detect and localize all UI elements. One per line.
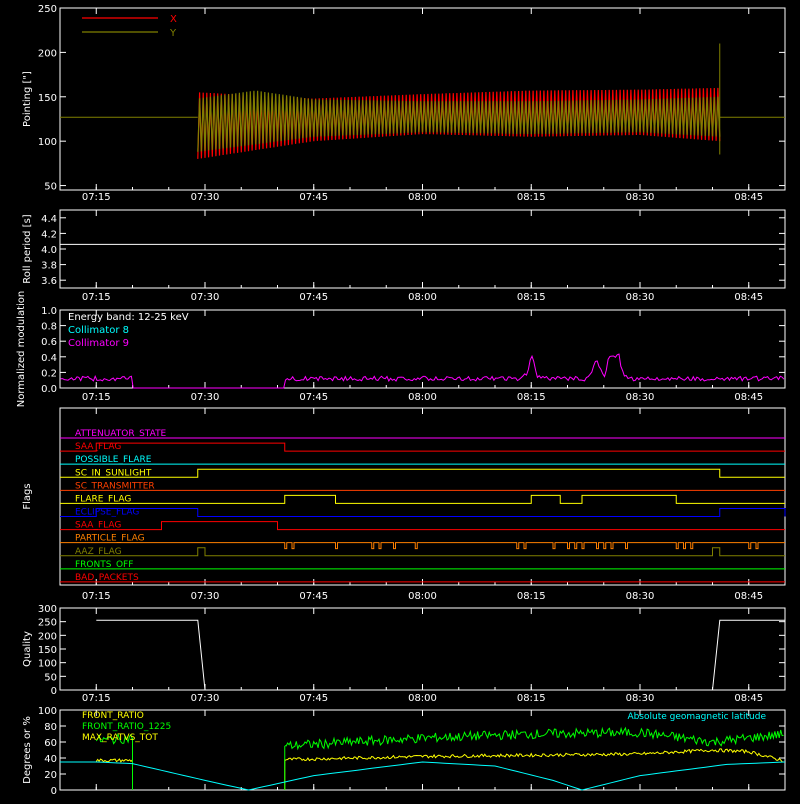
x-tick-label: 08:45 [734, 292, 763, 303]
y-tick-label: 0.8 [41, 322, 57, 333]
ratio-legend-2: FRONT_RATIO_1225 [82, 722, 171, 732]
x-tick-label: 08:15 [517, 693, 546, 704]
x-tick-label: 08:30 [626, 392, 655, 403]
x-tick-label: 07:30 [191, 591, 220, 602]
panel-2: 07:15 07:30 07:45 08:00 08:15 08:30 08:45 Roll … [22, 209, 786, 303]
x-tick-label: 07:30 [191, 392, 220, 403]
x-tick-label: 08:00 [408, 591, 437, 602]
y-tick-label: 0 [51, 686, 57, 697]
x-tick-label: 08:30 [626, 192, 655, 203]
modulation-legend-title: Energy band: 12-25 keV [68, 312, 189, 323]
y-tick-label: 250 [38, 4, 57, 15]
x-tick-label: 08:45 [734, 693, 763, 704]
series-front-ratio-1225 [284, 726, 784, 751]
y-axis-label: Normalized modulation [16, 291, 27, 408]
ratio-legend-1: FRONT_RATIO [82, 711, 144, 721]
y-tick-label: 20 [44, 770, 57, 781]
x-tick-label: 07:45 [299, 292, 328, 303]
flag-trace-flare-flag [60, 494, 785, 504]
series-front-ratio [95, 758, 133, 763]
ratio-legend-3: MAX_RATVS_TOT [82, 733, 158, 743]
x-tick-label: 08:00 [408, 292, 437, 303]
x-tick-label: 08:45 [734, 591, 763, 602]
flag-trace-saa-flag [60, 521, 785, 531]
x-tick-label: 08:30 [626, 292, 655, 303]
x-tick-label: 07:30 [191, 292, 220, 303]
x-tick-label: 07:15 [82, 192, 111, 203]
y-tick-label: 300 [38, 604, 57, 615]
y-tick-label: 80 [44, 722, 57, 733]
multi-panel-chart: 07:15 07:30 07:45 08:00 08:15 08:30 08:45 Point… [0, 0, 800, 800]
y-tick-label: 100 [38, 706, 57, 717]
flag-trace-particle-flag [60, 542, 785, 550]
y-tick-label: 3.6 [41, 276, 57, 287]
y-tick-label: 200 [38, 48, 57, 59]
y-axis-label: Quality [22, 631, 33, 667]
y-tick-label: 3.8 [41, 261, 57, 272]
panel-3: 07:15 07:30 07:45 08:00 08:15 08:30 08:45 Norma… [16, 291, 786, 408]
y-tick-label: 0.2 [41, 368, 57, 379]
y-tick-label: 250 [38, 618, 57, 629]
panel-frame [59, 7, 786, 191]
x-tick-label: 08:00 [408, 192, 437, 203]
flag-trace-sc-in-sunlight [60, 468, 785, 478]
legend-label-x: X [170, 14, 177, 25]
y-tick-label: 60 [44, 738, 57, 749]
x-tick-label: 07:45 [299, 192, 328, 203]
y-tick-label: 100 [38, 659, 57, 670]
x-tick-label: 07:15 [82, 292, 111, 303]
y-tick-label: 200 [38, 631, 57, 642]
y-axis-label: Pointing ["] [22, 71, 33, 127]
x-tick-label: 07:15 [82, 591, 111, 602]
x-tick-label: 07:15 [82, 693, 111, 704]
x-tick-label: 08:15 [517, 292, 546, 303]
x-tick-label: 07:15 [82, 392, 111, 403]
y-tick-label: 4.2 [41, 229, 57, 240]
y-axis-label: Roll period [s] [22, 214, 33, 283]
chart-svg: 07:15 07:30 07:45 08:00 08:15 08:30 08:45 Point… [16, 4, 786, 797]
panel-frame [59, 209, 786, 289]
flag-trace-eclipse-flag [60, 508, 786, 517]
y-tick-label: 40 [44, 754, 57, 765]
y-tick-label: 150 [38, 645, 57, 656]
x-tick-label: 08:45 [734, 192, 763, 203]
y-tick-label: 0.4 [41, 353, 57, 364]
x-tick-label: 08:00 [408, 693, 437, 704]
y-axis-label: Degrees or % [22, 716, 33, 784]
series-front-ratio [284, 748, 784, 763]
x-tick-label: 07:30 [191, 192, 220, 203]
x-tick-label: 08:45 [734, 392, 763, 403]
x-tick-label: 07:45 [299, 693, 328, 704]
x-tick-label: 07:45 [299, 392, 328, 403]
quality-series [96, 619, 785, 691]
x-tick-label: 08:30 [626, 591, 655, 602]
y-tick-label: 150 [38, 93, 57, 104]
y-tick-label: 0.6 [41, 337, 57, 348]
legend-label-y: Y [169, 28, 177, 39]
latitude-legend: Absolute geomagnetic latitude [627, 712, 766, 722]
y-tick-label: 1.0 [41, 306, 57, 317]
y-axis-label: Flags [22, 483, 33, 509]
x-tick-label: 08:15 [517, 192, 546, 203]
y-tick-label: 100 [38, 137, 57, 148]
x-tick-label: 07:45 [299, 591, 328, 602]
x-tick-label: 08:15 [517, 392, 546, 403]
y-tick-label: 50 [44, 182, 57, 193]
flag-trace-saa-flag-top [60, 442, 785, 452]
x-tick-label: 08:30 [626, 693, 655, 704]
x-tick-label: 08:15 [517, 591, 546, 602]
y-tick-label: 4.0 [41, 245, 57, 256]
y-tick-label: 0 [51, 786, 57, 797]
panel-5: 07:15 07:30 07:45 08:00 08:15 08:30 08:45 Quali… [22, 604, 786, 704]
y-tick-label: 4.4 [41, 214, 57, 225]
y-tick-label: 50 [44, 672, 57, 683]
x-tick-label: 07:30 [191, 693, 220, 704]
x-tick-label: 08:00 [408, 392, 437, 403]
modulation-legend-2: Collimator 9 [68, 338, 129, 349]
y-tick-label: 0.0 [41, 384, 57, 395]
modulation-legend-1: Collimator 8 [68, 325, 129, 336]
